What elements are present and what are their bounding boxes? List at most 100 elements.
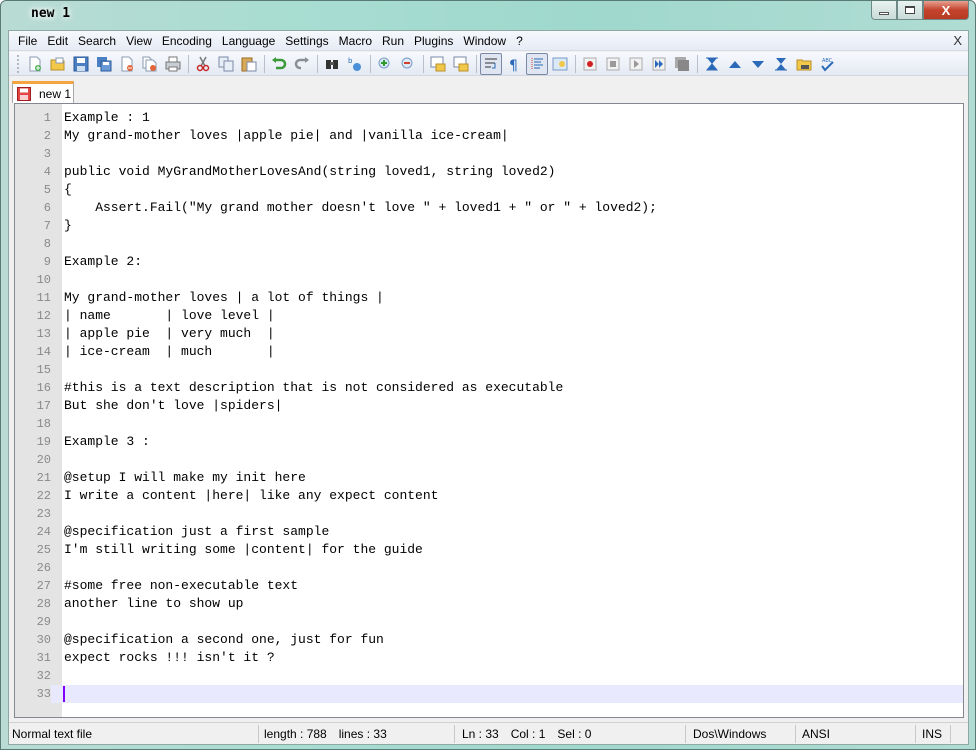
menu-settings[interactable]: Settings [280, 31, 333, 51]
toolbar-grip[interactable] [17, 54, 20, 73]
menu-encoding[interactable]: Encoding [157, 31, 217, 51]
spell-check-button[interactable]: ABC [816, 53, 838, 75]
toolbar: b ¶ ABC [9, 52, 968, 76]
find-button[interactable] [321, 53, 343, 75]
save-all-button[interactable] [93, 53, 115, 75]
editor-line[interactable]: 19 Example 3 : [15, 433, 963, 451]
menu-run[interactable]: Run [377, 31, 409, 51]
editor-line[interactable]: 3 [15, 145, 963, 163]
cut-button[interactable] [192, 53, 214, 75]
editor-line[interactable]: 5{ [15, 181, 963, 199]
editor-line[interactable]: 16 #this is a text description that is no… [15, 379, 963, 397]
copy-button[interactable] [215, 53, 237, 75]
undo-button[interactable] [268, 53, 290, 75]
editor-line[interactable]: 14 | ice-cream | much | [15, 343, 963, 361]
editor-line[interactable]: 32 [15, 667, 963, 685]
menu-edit[interactable]: Edit [42, 31, 73, 51]
open-file-button[interactable] [47, 53, 69, 75]
maximize-button[interactable] [897, 1, 923, 20]
editor-line[interactable]: 27 #some free non-executable text [15, 577, 963, 595]
new-file-button[interactable] [24, 53, 46, 75]
editor-line[interactable]: 15 [15, 361, 963, 379]
line-number: 22 [15, 487, 51, 505]
editor-line[interactable]: 29 [15, 613, 963, 631]
first-button[interactable] [701, 53, 723, 75]
play-macro-button[interactable] [625, 53, 647, 75]
editor-line[interactable]: 22 I write a content |here| like any expe… [15, 487, 963, 505]
plugin-button[interactable] [793, 53, 815, 75]
close-window-button[interactable]: X [923, 1, 969, 20]
editor-line[interactable]: 30 @specification a second one, just for … [15, 631, 963, 649]
editor-line[interactable]: 21 @setup I will make my init here [15, 469, 963, 487]
sync-horizontal-button[interactable] [450, 53, 472, 75]
menu-macro[interactable]: Macro [334, 31, 377, 51]
run-macro-multiple-button[interactable] [648, 53, 670, 75]
line-number: 13 [15, 325, 51, 343]
line-text: But she don't love |spiders| [64, 398, 283, 413]
editor-line[interactable]: 8 [15, 235, 963, 253]
stop-record-button[interactable] [602, 53, 624, 75]
editor-line[interactable]: 12 | name | love level | [15, 307, 963, 325]
editor-line[interactable]: 4 public void MyGrandMotherLovesAnd(strin… [15, 163, 963, 181]
zoom-in-button[interactable] [374, 53, 396, 75]
word-wrap-button[interactable] [480, 52, 502, 75]
menu-language[interactable]: Language [217, 31, 280, 51]
line-text: My grand-mother loves | a lot of things … [64, 290, 384, 305]
menu-plugins[interactable]: Plugins [409, 31, 458, 51]
next-button[interactable] [747, 53, 769, 75]
print-button[interactable] [162, 53, 184, 75]
new-file-icon [29, 56, 41, 71]
last-button[interactable] [770, 53, 792, 75]
menu-bar: File Edit Search View Encoding Language … [9, 31, 968, 51]
editor-line[interactable]: 11 My grand-mother loves | a lot of thing… [15, 289, 963, 307]
minimize-icon [879, 11, 889, 15]
show-all-characters-button[interactable]: ¶ [503, 53, 525, 75]
editor-line[interactable]: 25 I'm still writing some |content| for t… [15, 541, 963, 559]
replace-button[interactable]: b [344, 53, 366, 75]
editor-line[interactable]: 33 [15, 685, 963, 703]
editor-line[interactable]: 26 [15, 559, 963, 577]
save-macro-button[interactable] [671, 53, 693, 75]
menu-file[interactable]: File [13, 31, 42, 51]
close-document-button[interactable]: X [953, 33, 962, 48]
editor-line[interactable]: 28 another line to show up [15, 595, 963, 613]
text-editor[interactable]: 1 Example : 1 2 My grand-mother loves |appl… [14, 103, 964, 718]
paste-button[interactable] [238, 53, 260, 75]
sync-vertical-button[interactable] [427, 53, 449, 75]
editor-line[interactable]: 23 [15, 505, 963, 523]
editor-line[interactable]: 13 | apple pie | very much | [15, 325, 963, 343]
editor-line[interactable]: 2 My grand-mother loves |apple pie| and |… [15, 127, 963, 145]
close-all-button[interactable] [139, 53, 161, 75]
redo-button[interactable] [291, 53, 313, 75]
menu-window[interactable]: Window [458, 31, 511, 51]
editor-line[interactable]: 24 @specification just a first sample [15, 523, 963, 541]
editor-line[interactable]: 18 [15, 415, 963, 433]
indent-guide-button[interactable] [526, 52, 548, 75]
zoom-out-button[interactable] [397, 53, 419, 75]
first-icon [705, 57, 719, 70]
title-bar[interactable]: new 1 X [1, 1, 975, 31]
record-macro-button[interactable] [579, 53, 601, 75]
run-macro-multiple-icon [652, 57, 666, 70]
editor-line[interactable]: 31 expect rocks !!! isn't it ? [15, 649, 963, 667]
editor-line[interactable]: 6 Assert.Fail("My grand mother doesn't l… [15, 199, 963, 217]
previous-button[interactable] [724, 53, 746, 75]
editor-line[interactable]: 9 Example 2: [15, 253, 963, 271]
line-number: 32 [15, 667, 51, 685]
menu-search[interactable]: Search [73, 31, 121, 51]
editor-line[interactable]: 1 Example : 1 [15, 109, 963, 127]
close-file-button[interactable] [116, 53, 138, 75]
line-number: 4 [15, 163, 51, 181]
line-text: @setup I will make my init here [64, 470, 306, 485]
editor-line[interactable]: 7} [15, 217, 963, 235]
save-button[interactable] [70, 53, 92, 75]
editor-line[interactable]: 10 [15, 271, 963, 289]
menu-view[interactable]: View [121, 31, 157, 51]
editor-line[interactable]: 17 But she don't love |spiders| [15, 397, 963, 415]
user-defined-language-button[interactable] [549, 53, 571, 75]
minimize-button[interactable] [871, 1, 897, 20]
tab-new-1[interactable]: new 1 [12, 81, 74, 103]
undo-icon [272, 56, 287, 69]
editor-line[interactable]: 20 [15, 451, 963, 469]
menu-help[interactable]: ? [511, 31, 528, 51]
